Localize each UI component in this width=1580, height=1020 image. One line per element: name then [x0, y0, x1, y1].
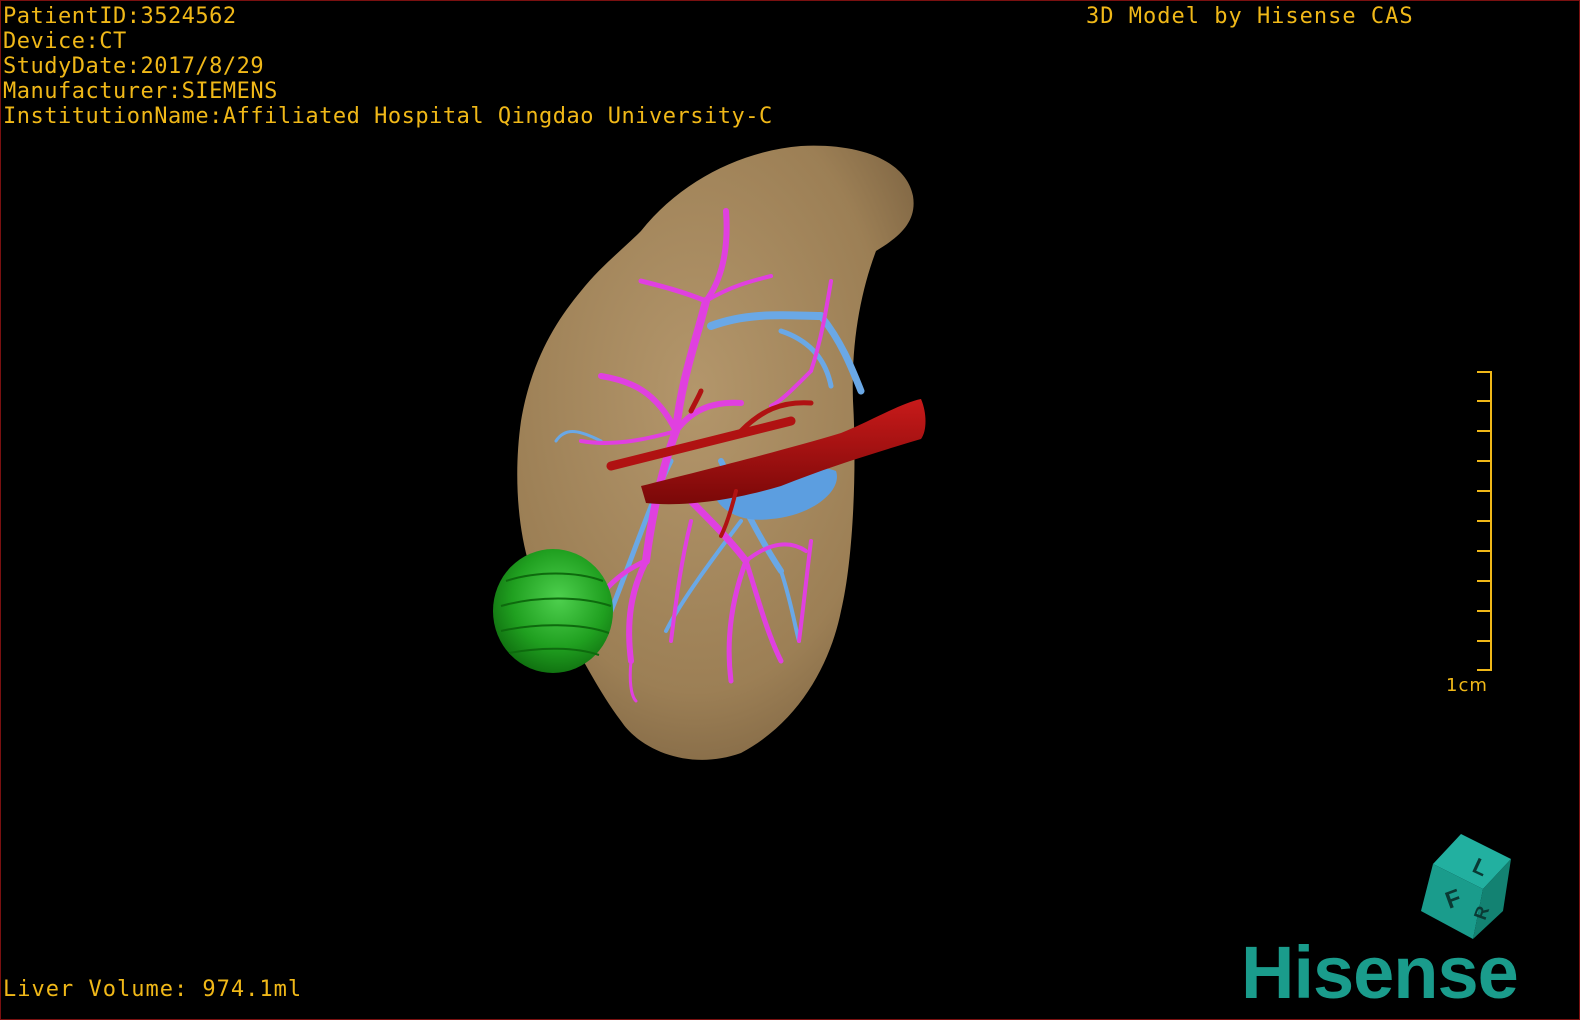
hisense-logo: Hisense [1241, 931, 1519, 1014]
scale-label: 1cm [1446, 675, 1488, 696]
liver-volume-text: Liver Volume: 974.1ml [3, 977, 303, 1002]
tumor [493, 549, 613, 673]
manufacturer-text: Manufacturer:SIEMENS [3, 79, 278, 104]
patient-id-text: PatientID:3524562 [3, 4, 237, 29]
scale-bar [1477, 371, 1492, 671]
orientation-cube-icon[interactable]: F L R [1411, 829, 1531, 944]
model-watermark: 3D Model by Hisense CAS [1086, 4, 1414, 29]
device-text: Device:CT [3, 29, 127, 54]
institution-text: InstitutionName:Affiliated Hospital Qing… [3, 104, 773, 129]
liver-3d-model[interactable] [481, 141, 941, 781]
study-date-text: StudyDate:2017/8/29 [3, 54, 265, 79]
3d-viewport[interactable]: PatientID:3524562 Device:CT StudyDate:20… [0, 0, 1580, 1020]
